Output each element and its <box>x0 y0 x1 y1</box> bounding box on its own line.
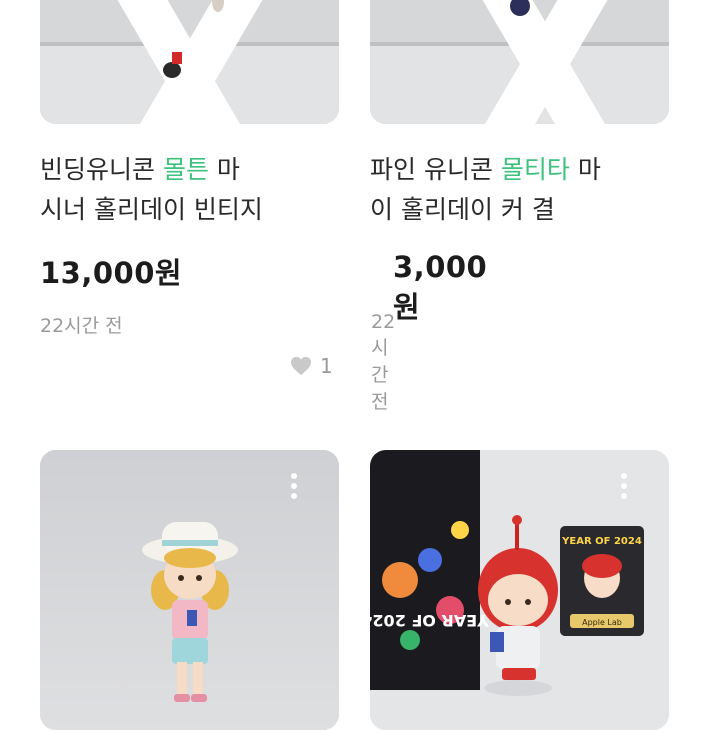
thumbnail-image <box>40 0 339 124</box>
listing-title[interactable]: 파인 유니콘 몰티타 마 이 홀리데이 커 결 <box>370 150 669 230</box>
thumbnail-image <box>370 0 669 124</box>
listing-title-line-1: 파인 유니콘 몰티타 마 <box>370 155 601 184</box>
card-caption: Apple Lab <box>582 618 622 627</box>
box-text: YEAR OF 2024 <box>370 611 490 630</box>
listing-title-line-2: 이 홀리데이 커 결 <box>370 195 555 224</box>
listing-thumbnail[interactable] <box>40 0 339 124</box>
card-title: YEAR OF 2024 <box>561 536 642 547</box>
listing-time: 22시간 전 <box>371 311 396 413</box>
more-options-icon[interactable] <box>614 469 634 503</box>
listing-time: 22시간 전 <box>40 315 123 337</box>
like-count[interactable]: 1 <box>290 354 333 378</box>
more-options-icon[interactable] <box>284 469 304 503</box>
like-count-value: 1 <box>320 354 333 378</box>
listing-title-line-1: 빈딩유니콘 몰튼 마 <box>40 155 240 184</box>
heart-icon <box>291 356 311 376</box>
listing-thumbnail[interactable] <box>370 0 669 124</box>
listing-price: 13,000원 <box>40 256 183 290</box>
listing-title[interactable]: 빈딩유니콘 몰튼 마 시너 홀리데이 빈티지 <box>40 150 339 230</box>
listing-price: 3,000원 <box>393 250 488 324</box>
listing-title-line-2: 시너 홀리데이 빈티지 <box>40 195 263 224</box>
